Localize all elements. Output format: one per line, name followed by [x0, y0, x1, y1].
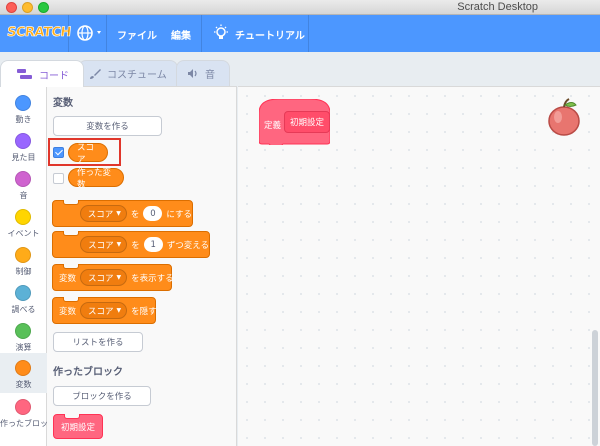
- make-list-button[interactable]: リストを作る: [53, 332, 143, 352]
- menu-divider: [308, 15, 309, 52]
- variable-dropdown[interactable]: スコア ▼: [80, 269, 128, 286]
- dropdown-value: スコア: [87, 209, 114, 220]
- category-looks[interactable]: 見た目: [0, 128, 47, 170]
- tab-sounds[interactable]: 音: [176, 60, 230, 86]
- block-palette: 変数 変数を作る スコア 作った変数 スコア ▼ を 0 にする スコア ▼ を…: [47, 86, 237, 446]
- my-blocks-section-title: 作ったブロック: [53, 367, 123, 378]
- change-variable-block[interactable]: スコア ▼ を 1 ずつ変える: [52, 231, 210, 258]
- category-sensing[interactable]: 調べる: [0, 280, 47, 322]
- edit-menu[interactable]: 編集: [171, 27, 191, 42]
- apple-sprite-icon[interactable]: [545, 97, 583, 137]
- file-menu[interactable]: ファイル: [117, 27, 157, 42]
- my-variable-reporter[interactable]: 作った変数: [68, 168, 124, 190]
- category-control[interactable]: 制御: [0, 242, 47, 284]
- define-block-name[interactable]: 初期設定: [284, 111, 331, 133]
- category-label: 見た目: [11, 153, 36, 162]
- category-label: 調べる: [11, 305, 36, 314]
- score-variable-reporter[interactable]: スコア: [68, 143, 108, 165]
- define-label: 定義: [264, 121, 282, 131]
- category-dot: [15, 285, 31, 301]
- category-motion[interactable]: 動き: [0, 90, 47, 132]
- category-label: 変数: [15, 380, 32, 389]
- category-dot: [15, 360, 31, 376]
- variable-dropdown[interactable]: スコア ▼: [80, 236, 128, 253]
- block-text: を表示する: [131, 273, 174, 284]
- category-dot: [15, 133, 31, 149]
- dropdown-caret-icon: ▼: [116, 210, 121, 217]
- category-my-blocks[interactable]: 作ったブロック: [0, 394, 56, 436]
- block-text: を: [130, 209, 140, 220]
- category-sound[interactable]: 音: [0, 166, 47, 208]
- category-dot: [15, 95, 31, 111]
- menu-bar: SCRATCH ファイル 編集 チュートリアル: [0, 15, 600, 52]
- category-dot: [15, 323, 31, 339]
- tab-code-label: コード: [39, 70, 69, 82]
- dropdown-caret-icon: ▼: [116, 241, 122, 248]
- dropdown-caret-icon: ▼: [116, 274, 122, 281]
- custom-block-init[interactable]: 初期設定: [53, 414, 104, 439]
- category-label: 演算: [15, 343, 32, 352]
- category-dot: [15, 247, 31, 263]
- set-variable-block[interactable]: スコア ▼ を 0 にする: [52, 200, 193, 227]
- window-titlebar: Scratch Desktop: [0, 0, 600, 15]
- tab-costumes-label: コスチューム: [107, 70, 167, 81]
- dropdown-caret-icon: ▼: [116, 307, 122, 314]
- category-label: 音: [19, 191, 28, 200]
- value-input[interactable]: 0: [143, 206, 163, 221]
- block-text: 変数: [59, 273, 77, 284]
- block-text: を: [131, 240, 140, 251]
- value-input[interactable]: 1: [143, 237, 163, 252]
- menu-divider: [68, 15, 69, 52]
- make-variable-button[interactable]: 変数を作る: [53, 116, 162, 136]
- paintbrush-icon: [90, 68, 101, 79]
- dropdown-value: スコア: [88, 240, 114, 251]
- variables-section-title: 変数: [53, 98, 73, 109]
- category-dot: [15, 171, 31, 187]
- tab-sounds-label: 音: [205, 70, 215, 81]
- category-label: イベント: [7, 229, 40, 238]
- lightbulb-icon[interactable]: [212, 24, 230, 42]
- score-variable-checkbox[interactable]: [53, 147, 64, 158]
- menu-divider: [201, 15, 202, 52]
- menu-divider: [106, 15, 107, 52]
- block-text: 変数: [59, 306, 77, 317]
- tab-costumes[interactable]: コスチューム: [78, 60, 178, 86]
- block-text: にする: [166, 209, 192, 220]
- window-title: Scratch Desktop: [457, 1, 538, 13]
- tutorials-menu[interactable]: チュートリアル: [235, 27, 305, 42]
- block-text: ずつ変える: [166, 240, 209, 251]
- make-block-button[interactable]: ブロックを作る: [53, 386, 151, 406]
- tab-code[interactable]: コード: [0, 60, 84, 87]
- category-variables[interactable]: 変数: [0, 353, 47, 393]
- my-variable-checkbox[interactable]: [53, 173, 64, 184]
- category-dot: [15, 209, 31, 225]
- hide-variable-block[interactable]: 変数 スコア ▼ を隠す: [52, 297, 157, 324]
- dropdown-value: スコア: [88, 273, 114, 284]
- category-label: 制御: [15, 267, 32, 276]
- language-globe-icon[interactable]: [75, 23, 105, 43]
- script-workspace[interactable]: 定義 初期設定: [238, 86, 600, 446]
- category-menu: 動き 見た目 音 イベント 制御 調べる 演算 変数 作ったブロック: [0, 86, 56, 446]
- show-variable-block[interactable]: 変数 スコア ▼ を表示する: [52, 264, 174, 291]
- variable-dropdown[interactable]: スコア ▼: [80, 302, 128, 319]
- workspace-scrollbar[interactable]: [592, 330, 598, 446]
- editor-tabs: コード コスチューム 音: [0, 52, 600, 87]
- block-text: を隠す: [131, 306, 157, 317]
- category-label: 動き: [15, 115, 32, 124]
- code-icon: [17, 68, 32, 79]
- dropdown-value: スコア: [88, 306, 114, 317]
- variable-dropdown[interactable]: スコア ▼: [79, 205, 127, 222]
- category-label: 作ったブロック: [0, 419, 56, 428]
- category-events[interactable]: イベント: [0, 204, 47, 246]
- category-dot: [15, 399, 31, 415]
- scratch-logo[interactable]: SCRATCH: [6, 25, 72, 41]
- speaker-icon: [188, 69, 197, 78]
